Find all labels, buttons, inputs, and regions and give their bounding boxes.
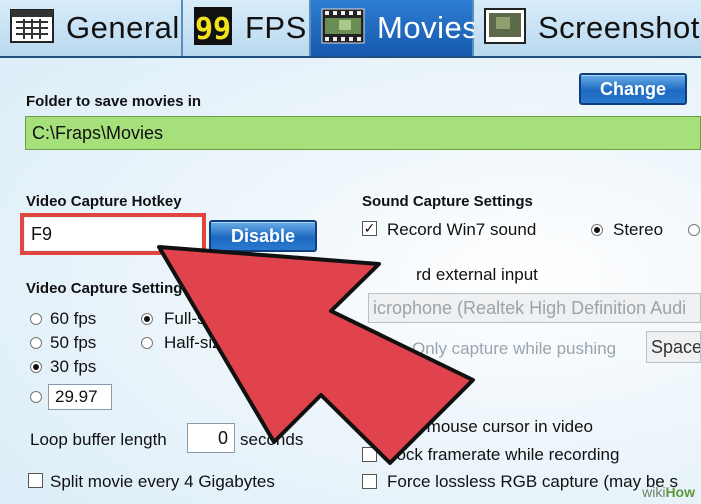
red-arrow-annotation [157,245,475,465]
watermark-prefix: wiki [642,484,666,500]
watermark-suffix: How [665,484,695,500]
wikihow-watermark: wikiHow [642,484,695,500]
